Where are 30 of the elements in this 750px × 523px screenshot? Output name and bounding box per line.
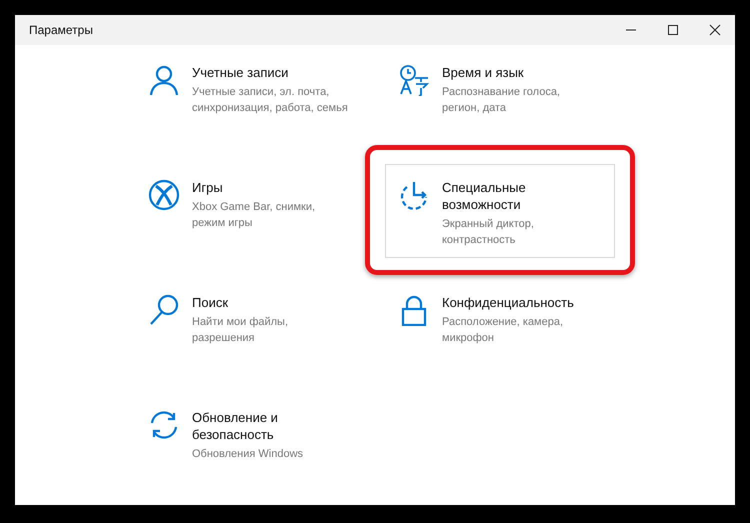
sync-icon xyxy=(148,409,180,441)
tile-title: Обновление и безопасность xyxy=(192,409,279,443)
settings-tile[interactable]: Поиск Найти мои файлы, разрешения xyxy=(135,279,365,373)
settings-tile[interactable]: Обновление и безопасность Обновления Windows xyxy=(135,394,365,488)
tile-title: Специальные возможности xyxy=(442,179,527,213)
tile-description: Найти мои файлы, разрешения xyxy=(192,315,290,346)
settings-tile[interactable]: Специальные возможности Экранный диктор, контрастность xyxy=(385,164,615,258)
tile-title: Игры xyxy=(192,179,224,196)
tile-description: Учетные записи, эл. почта, синхронизация, работа, семья xyxy=(192,85,349,116)
person-icon xyxy=(148,64,180,96)
tile-title: Время и язык xyxy=(442,64,525,81)
tile-description: Распознавание голоса, регион, дата xyxy=(442,85,561,116)
dashed-clock-icon xyxy=(398,179,430,211)
settings-tile[interactable]: Время и язык Распознавание голоса, регион, дата xyxy=(385,49,615,143)
x-circle-icon xyxy=(148,179,180,211)
tile-title: Поиск xyxy=(192,294,230,311)
maximize-icon[interactable] xyxy=(667,24,679,36)
tile-description: Обновления Windows xyxy=(192,447,304,462)
settings-tile[interactable]: Учетные записи Учетные записи, эл. почта, синхронизация, работа, семья xyxy=(135,49,365,143)
settings-tile[interactable]: Конфиденциальность Расположение, камера, микрофон xyxy=(385,279,615,373)
close-icon[interactable] xyxy=(709,24,721,36)
tile-description: Расположение, камера, микрофон xyxy=(442,315,564,346)
search-icon xyxy=(148,294,180,326)
clock-letters-icon xyxy=(398,64,430,96)
tile-title: Конфиденциальность xyxy=(442,294,575,311)
tile-title: Учетные записи xyxy=(192,64,290,81)
window-title: Параметры xyxy=(29,23,93,37)
settings-tile[interactable]: Игры Xbox Game Bar, снимки, режим игры xyxy=(135,164,365,258)
tile-description: Xbox Game Bar, снимки, режим игры xyxy=(192,200,316,231)
tile-description: Экранный диктор, контрастность xyxy=(442,217,535,248)
